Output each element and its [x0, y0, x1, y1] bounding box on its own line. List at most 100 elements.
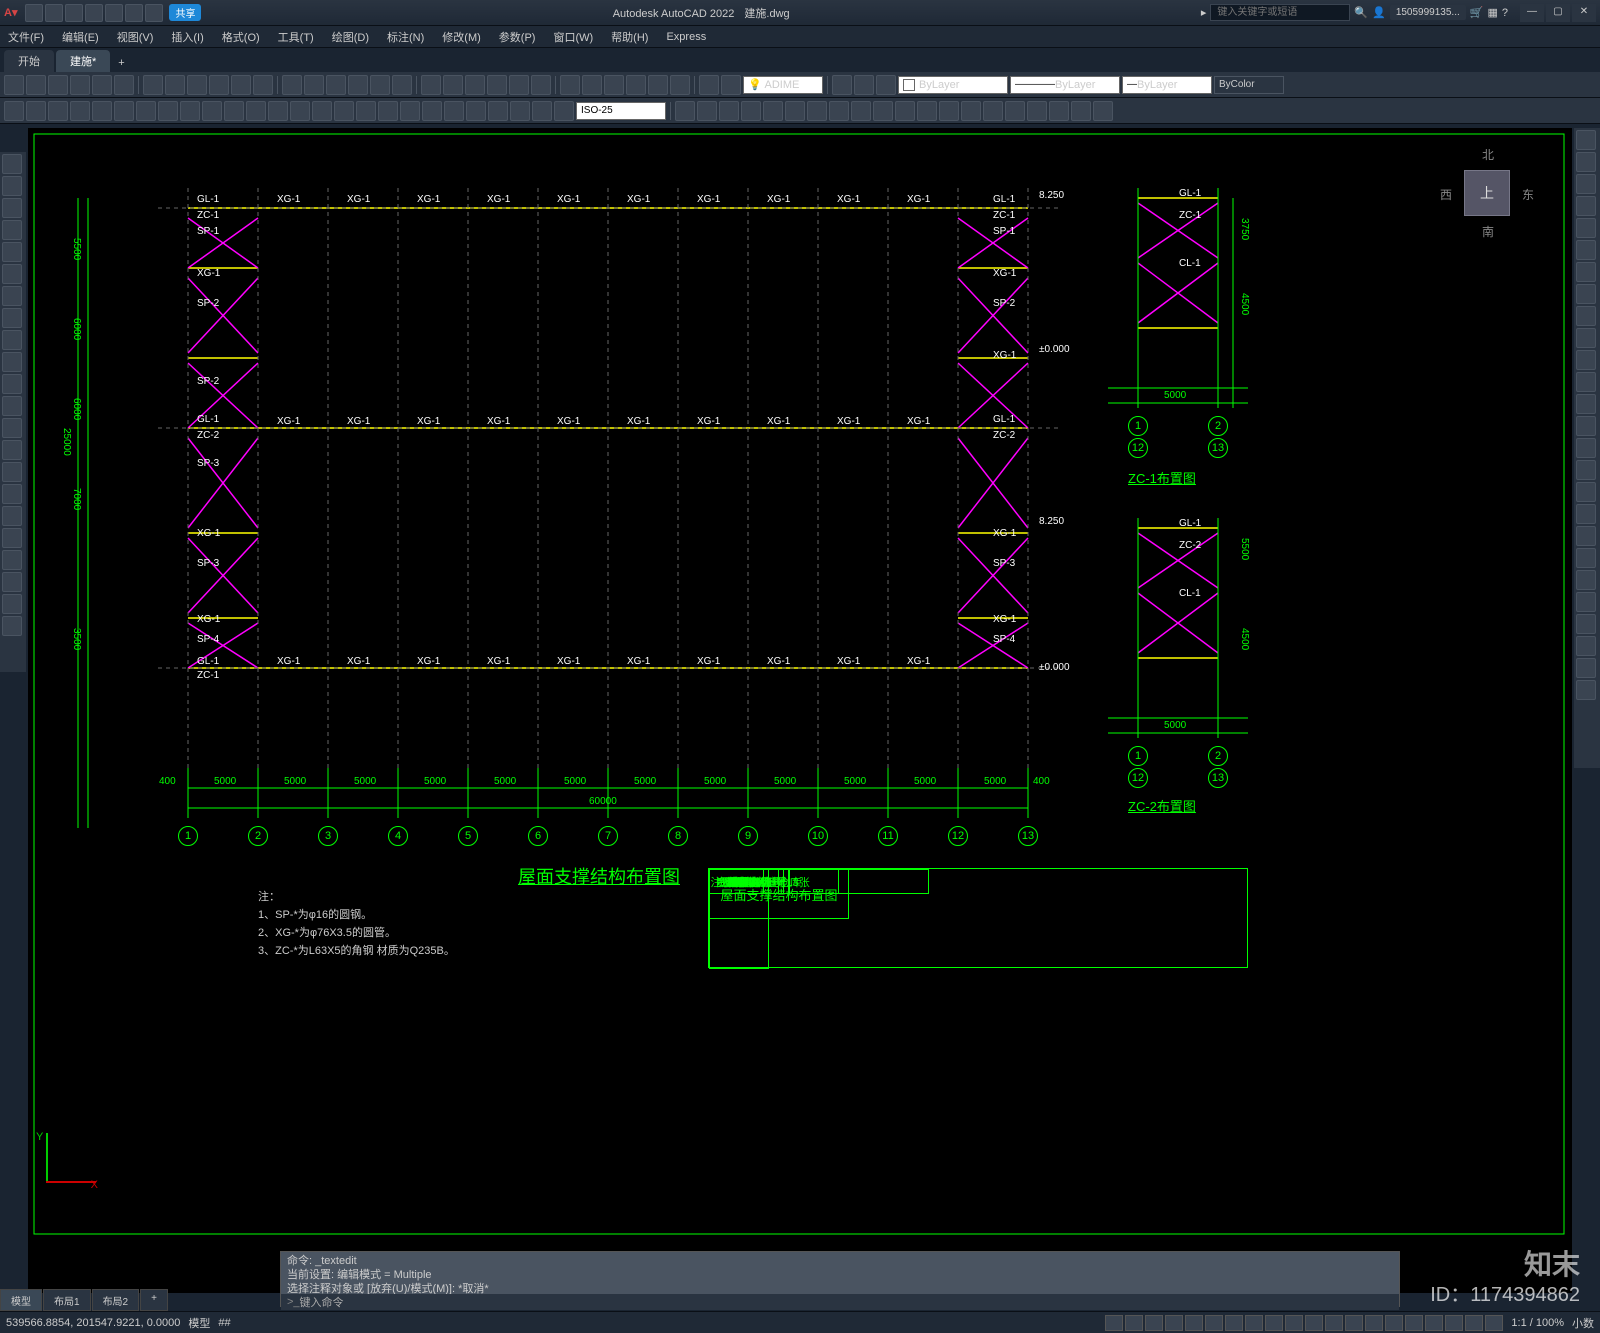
help-icon[interactable]: ?	[1502, 7, 1508, 19]
mod-tool-4[interactable]	[763, 101, 783, 121]
draw-tool-20[interactable]	[2, 594, 22, 614]
dim-tool-14[interactable]	[312, 101, 332, 121]
status-toggle-3[interactable]	[1165, 1315, 1183, 1331]
menu-draw[interactable]: 绘图(D)	[332, 29, 369, 45]
share-button[interactable]: 共享	[169, 4, 201, 21]
dimstyle-dropdown[interactable]: ISO-25	[576, 102, 666, 120]
mod-tool-15[interactable]	[1005, 101, 1025, 121]
std-tool-25[interactable]	[582, 75, 602, 95]
mod-tool-10[interactable]	[895, 101, 915, 121]
close-button[interactable]: ✕	[1572, 4, 1596, 22]
mod-tool-7[interactable]	[829, 101, 849, 121]
std-tool-8[interactable]	[187, 75, 207, 95]
status-toggle-12[interactable]	[1345, 1315, 1363, 1331]
linetype-dropdown[interactable]: ———— ByLayer	[1010, 76, 1120, 94]
viewcube-south[interactable]: 南	[1482, 223, 1494, 240]
mod-tool-17[interactable]	[1049, 101, 1069, 121]
nav-tool-6[interactable]	[1576, 262, 1596, 282]
nav-tool-23[interactable]	[1576, 636, 1596, 656]
draw-tool-8[interactable]	[2, 330, 22, 350]
std-tool-30[interactable]	[699, 75, 719, 95]
std-tool-21[interactable]	[487, 75, 507, 95]
status-toggle-11[interactable]	[1325, 1315, 1343, 1331]
dim-tool-13[interactable]	[290, 101, 310, 121]
dim-tool-11[interactable]	[246, 101, 266, 121]
nav-tool-7[interactable]	[1576, 284, 1596, 304]
dim-tool-16[interactable]	[356, 101, 376, 121]
draw-tool-13[interactable]	[2, 440, 22, 460]
menu-window[interactable]: 窗口(W)	[553, 29, 593, 45]
apps-icon[interactable]: ▦	[1487, 6, 1497, 19]
viewcube-top[interactable]: 上	[1464, 170, 1510, 216]
magnify-icon[interactable]: 🔍	[1354, 6, 1368, 19]
std-tool-3[interactable]	[70, 75, 90, 95]
status-toggle-15[interactable]	[1405, 1315, 1423, 1331]
tab-active-doc[interactable]: 建施*	[56, 50, 110, 72]
tab-start[interactable]: 开始	[4, 50, 54, 72]
nav-tool-19[interactable]	[1576, 548, 1596, 568]
cart-icon[interactable]: 🛒	[1470, 6, 1484, 19]
std-tool-5[interactable]	[114, 75, 134, 95]
qat-saveas-icon[interactable]	[85, 4, 103, 22]
mod-tool-8[interactable]	[851, 101, 871, 121]
mod-tool-2[interactable]	[719, 101, 739, 121]
nav-tool-16[interactable]	[1576, 482, 1596, 502]
qat-open-icon[interactable]	[45, 4, 63, 22]
status-toggle-7[interactable]	[1245, 1315, 1263, 1331]
std-tool-11[interactable]	[253, 75, 273, 95]
nav-tool-8[interactable]	[1576, 306, 1596, 326]
nav-tool-13[interactable]	[1576, 416, 1596, 436]
mod-tool-12[interactable]	[939, 101, 959, 121]
std-tool-4[interactable]	[92, 75, 112, 95]
mod-tool-9[interactable]	[873, 101, 893, 121]
mod-tool-18[interactable]	[1071, 101, 1091, 121]
std-tool-22[interactable]	[509, 75, 529, 95]
search-input[interactable]	[1210, 4, 1350, 21]
nav-tool-10[interactable]	[1576, 350, 1596, 370]
menu-edit[interactable]: 编辑(E)	[62, 29, 99, 45]
dim-tool-24[interactable]	[532, 101, 552, 121]
std-tool-18[interactable]	[421, 75, 441, 95]
draw-tool-6[interactable]	[2, 286, 22, 306]
status-toggle-6[interactable]	[1225, 1315, 1243, 1331]
status-toggle-17[interactable]	[1445, 1315, 1463, 1331]
std-tool-2[interactable]	[48, 75, 68, 95]
nav-tool-5[interactable]	[1576, 240, 1596, 260]
nav-tool-21[interactable]	[1576, 592, 1596, 612]
draw-tool-5[interactable]	[2, 264, 22, 284]
std-tool-19[interactable]	[443, 75, 463, 95]
std-tool-16[interactable]	[370, 75, 390, 95]
qat-new-icon[interactable]	[25, 4, 43, 22]
menu-dim[interactable]: 标注(N)	[387, 29, 424, 45]
dim-tool-23[interactable]	[510, 101, 530, 121]
draw-tool-12[interactable]	[2, 418, 22, 438]
command-line[interactable]: 命令: _textedit 当前设置: 编辑模式 = Multiple 选择注释…	[280, 1251, 1400, 1307]
draw-tool-17[interactable]	[2, 528, 22, 548]
status-toggle-10[interactable]	[1305, 1315, 1323, 1331]
maximize-button[interactable]: ▢	[1546, 4, 1570, 22]
mod-tool-16[interactable]	[1027, 101, 1047, 121]
drawing-canvas[interactable]: 上 北 南 西 东	[28, 128, 1572, 1293]
draw-tool-16[interactable]	[2, 506, 22, 526]
menu-modify[interactable]: 修改(M)	[442, 29, 481, 45]
dim-tool-25[interactable]	[554, 101, 574, 121]
status-toggle-14[interactable]	[1385, 1315, 1403, 1331]
dim-tool-6[interactable]	[136, 101, 156, 121]
nav-tool-4[interactable]	[1576, 218, 1596, 238]
dim-tool-0[interactable]	[4, 101, 24, 121]
draw-tool-2[interactable]	[2, 198, 22, 218]
draw-tool-4[interactable]	[2, 242, 22, 262]
dim-tool-4[interactable]	[92, 101, 112, 121]
draw-tool-0[interactable]	[2, 154, 22, 174]
viewcube-east[interactable]: 东	[1522, 186, 1534, 203]
dim-tool-22[interactable]	[488, 101, 508, 121]
draw-tool-7[interactable]	[2, 308, 22, 328]
status-toggle-16[interactable]	[1425, 1315, 1443, 1331]
dim-tool-7[interactable]	[158, 101, 178, 121]
std-tool-28[interactable]	[648, 75, 668, 95]
layer-tool-1[interactable]	[832, 75, 852, 95]
tab-layout1[interactable]: 布局1	[43, 1289, 91, 1311]
dim-tool-18[interactable]	[400, 101, 420, 121]
mod-tool-13[interactable]	[961, 101, 981, 121]
adime-dropdown[interactable]: 💡 ADIME	[743, 76, 823, 94]
